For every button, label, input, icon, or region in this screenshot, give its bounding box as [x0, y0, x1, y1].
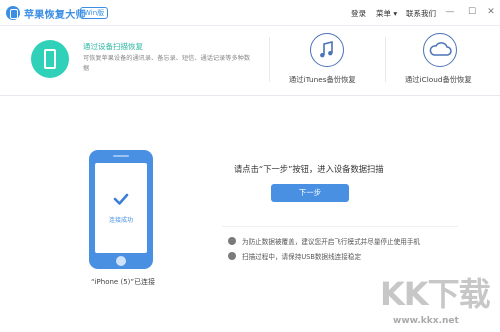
phone-screen: 连接成功 — [95, 163, 147, 253]
phone-speaker — [113, 155, 129, 157]
mode-device-scan-desc: 可恢复苹果设备的通讯录、备忘录、短信、通话记录等多种数据 — [83, 55, 251, 72]
app-logo-icon — [6, 6, 20, 20]
scan-prompt: 请点击“下一步”按钮，进入设备数据扫描 — [234, 164, 384, 174]
airplane-icon — [228, 237, 236, 245]
minimize-icon[interactable]: — — [443, 5, 457, 19]
phone-home-button — [116, 256, 126, 266]
mode-icloud-label: 通过iCloud备份恢复 — [405, 75, 472, 84]
contact-link[interactable]: 联系我们 — [406, 8, 436, 19]
mode-device-scan-title: 通过设备扫描恢复 — [83, 42, 143, 51]
device-name: “iPhone (5)”已连接 — [90, 278, 156, 286]
phone-icon — [31, 40, 69, 78]
mode-itunes-label: 通过iTunes备份恢复 — [289, 75, 356, 84]
checkmark-icon — [113, 193, 129, 205]
mode-divider — [385, 37, 386, 82]
mode-divider — [269, 37, 270, 82]
next-step-button[interactable]: 下一步 — [271, 184, 349, 202]
app-title: 苹果恢复大师 — [24, 10, 86, 21]
close-icon[interactable]: ✕ — [484, 5, 498, 19]
version-badge: Win版 — [80, 7, 109, 19]
cloud-icon — [423, 33, 457, 67]
watermark-url: www.kkx.net — [393, 316, 459, 326]
title-bar: 苹果恢复大师 Win版 登录 菜单 ▾ 联系我们 — ☐ ✕ — [0, 0, 500, 26]
watermark-logo: KK下载 — [380, 275, 491, 313]
login-link[interactable]: 登录 — [351, 8, 366, 19]
music-note-icon — [310, 33, 344, 67]
maximize-icon[interactable]: ☐ — [465, 5, 479, 19]
connected-status: 连接成功 — [108, 217, 133, 224]
phone-illustration: 连接成功 — [89, 150, 153, 269]
menu-dropdown[interactable]: 菜单 ▾ — [376, 8, 397, 19]
tip-airplane-text: 为防止数据被覆盖，建议您开启飞行模式并尽量停止使用手机 — [242, 238, 421, 246]
tip-usb-text: 扫描过程中，请保持USB数据线连接稳定 — [242, 253, 362, 261]
usb-icon — [228, 252, 236, 260]
tips-divider — [222, 226, 458, 227]
